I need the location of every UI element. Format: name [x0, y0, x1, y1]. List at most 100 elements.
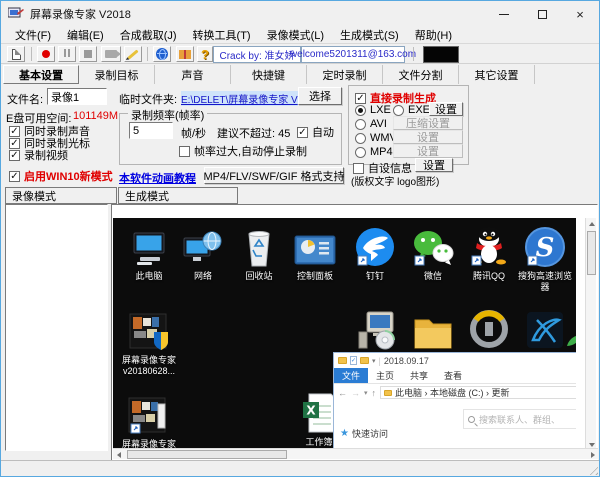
folder-mini-icon: [384, 389, 393, 396]
desktop-icon-this-pc: 此电脑: [121, 226, 177, 282]
lxe-settings-button[interactable]: 设置: [429, 102, 463, 116]
scroll-right-button[interactable]: [587, 449, 598, 460]
tab-basic-settings[interactable]: 基本设置: [3, 65, 79, 84]
desktop-preview: 此电脑 网络 回收站 控制面板 钉钉 微信 腾讯QQ S 搜狗高速浏览器 屏幕录…: [113, 218, 576, 450]
avi-radio[interactable]: AVI: [355, 118, 387, 130]
desktop-icon-sogou-browser: S 搜狗高速浏览器: [517, 226, 573, 293]
quick-access-item: ★ 快速访问: [340, 428, 388, 439]
tab-sound[interactable]: 声音: [155, 65, 231, 84]
menu-bar: 文件(F) 编辑(E) 合成截取(J) 转换工具(T) 录像模式(L) 生成模式…: [1, 27, 599, 44]
tab-scheduled-record[interactable]: 定时录制: [307, 65, 383, 84]
pen-icon: [127, 48, 139, 60]
partial-desktop-icon: [567, 335, 576, 346]
filename-input[interactable]: [47, 88, 107, 105]
this-pc-icon: [121, 226, 177, 268]
close-button[interactable]: ×: [561, 1, 599, 27]
explorer-body: 搜索联系人、群组、 ★ 快速访问: [334, 401, 576, 447]
question-icon: ?: [201, 46, 209, 62]
lxe-radio[interactable]: LXE: [355, 104, 391, 116]
scroll-up-button[interactable]: [586, 218, 597, 229]
format-support-button[interactable]: MP4/FLV/SWF/GIF 格式支持: [204, 167, 345, 184]
frame-rate-unit: 帧/秒: [181, 128, 207, 140]
maximize-button[interactable]: [523, 1, 561, 27]
frame-rate-group-title: 录制频率(帧率): [128, 107, 208, 123]
explorer-title-bar: ✓ ▾ | 2018.09.17: [334, 353, 576, 368]
overflow-stop-checkbox[interactable]: 帧率过大,自动停止录制: [179, 143, 307, 159]
menu-help[interactable]: 帮助(H): [407, 27, 460, 43]
resize-grip[interactable]: [586, 463, 598, 475]
mp4-radio[interactable]: MP4: [355, 146, 393, 158]
explorer-title: 2018.09.17: [383, 355, 429, 366]
help-button[interactable]: ?: [197, 46, 213, 62]
generate-mode-tab[interactable]: 生成模式: [118, 187, 238, 204]
preview-horizontal-scrollbar[interactable]: [113, 448, 598, 459]
record-mode-tab[interactable]: 录像模式: [5, 187, 117, 204]
software-setup-icon: [349, 308, 405, 350]
frame-rate-hint: 建议不超过: 45: [217, 128, 291, 140]
frame-rate-input[interactable]: [129, 122, 173, 139]
copyright-note: (版权文字 logo图形): [351, 177, 440, 188]
folder-icon: [405, 308, 461, 350]
wmv-radio[interactable]: WMV: [355, 132, 397, 144]
qq-icon: [461, 226, 517, 268]
menu-capture[interactable]: 合成截取(J): [112, 27, 185, 43]
overwatch-icon: [461, 308, 517, 350]
explorer-window: ✓ ▾ | 2018.09.17 文件 主页 共享 查看 ← → ▾ ↑ 此电脑…: [333, 352, 576, 450]
tab-other-settings[interactable]: 其它设置: [459, 65, 535, 84]
desktop-icon-dingtalk: 钉钉: [347, 226, 403, 282]
custom-info-settings-button[interactable]: 设置: [415, 158, 453, 172]
camera-button[interactable]: [101, 46, 121, 62]
tab-record-target[interactable]: 录制目标: [79, 65, 155, 84]
pause-button[interactable]: [58, 46, 76, 62]
desktop-icon-overwatch: [461, 308, 517, 350]
menu-file[interactable]: 文件(F): [7, 27, 59, 43]
window-title: 屏幕录像专家 V2018: [30, 9, 131, 21]
tab-file-split[interactable]: 文件分割: [383, 65, 459, 84]
mp4-settings-button: 设置: [393, 144, 463, 158]
record-video-checkbox[interactable]: ✓ 录制视频: [9, 147, 68, 163]
desktop-icon-recycle-bin: 回收站: [231, 226, 287, 282]
desktop-icon-wechat: 微信: [405, 226, 461, 282]
title-bar: 屏幕录像专家 V2018 ×: [1, 1, 599, 27]
temp-folder-path[interactable]: E:\DELET\屏幕录像专家 V: [181, 91, 298, 106]
desktop-icon-folder: [405, 308, 461, 350]
menu-record-mode[interactable]: 录像模式(L): [259, 27, 332, 43]
preview-vertical-scrollbar[interactable]: [585, 218, 596, 450]
scroll-left-button[interactable]: [113, 449, 124, 460]
tutorial-link[interactable]: 本软件动画教程: [119, 170, 196, 186]
vertical-scroll-thumb[interactable]: [587, 231, 596, 275]
menu-edit[interactable]: 编辑(E): [59, 27, 112, 43]
choose-folder-button[interactable]: 选择: [298, 87, 342, 105]
stop-button[interactable]: [79, 46, 97, 62]
new-file-button[interactable]: [7, 46, 25, 62]
website-button[interactable]: [153, 46, 171, 62]
toolbar-separator: [147, 47, 148, 61]
wechat-icon: [405, 226, 461, 268]
desktop-icon-recorder-installer: 屏幕录像专家 v20180628...: [121, 310, 177, 377]
disk-space-value: 101149M: [73, 110, 119, 122]
auto-frame-rate-checkbox[interactable]: ✓ 自动: [297, 124, 334, 140]
annotate-button[interactable]: [124, 46, 142, 62]
record-button[interactable]: [37, 46, 55, 62]
preview-thumbnail: [423, 46, 459, 63]
explorer-tab-share: 共享: [410, 371, 429, 381]
forward-icon: →: [351, 387, 360, 398]
horizontal-scroll-thumb[interactable]: [127, 450, 287, 459]
minimize-button[interactable]: [485, 1, 523, 27]
menu-generate-mode[interactable]: 生成模式(S): [332, 27, 407, 43]
chevron-down-icon: ▾: [364, 389, 368, 397]
temp-folder-label: 临时文件夹:: [119, 94, 178, 106]
gift-icon: [179, 49, 191, 59]
win10-mode-checkbox[interactable]: ✓ 启用WIN10新模式: [9, 168, 113, 184]
desktop-icon-recorder-app: 屏幕录像专家: [121, 394, 177, 450]
file-list-panel[interactable]: [5, 204, 108, 451]
gift-button[interactable]: [176, 46, 194, 62]
app-icon: [8, 7, 24, 18]
explorer-tab-view: 查看: [444, 371, 463, 381]
tab-hotkeys[interactable]: 快捷键: [231, 65, 307, 84]
stop-icon: [84, 50, 92, 58]
explorer-tab-home: 主页: [376, 371, 395, 381]
menu-convert-tools[interactable]: 转换工具(T): [185, 27, 259, 43]
explorer-tab-file: 文件: [334, 368, 369, 383]
recycle-bin-icon: [231, 226, 287, 268]
